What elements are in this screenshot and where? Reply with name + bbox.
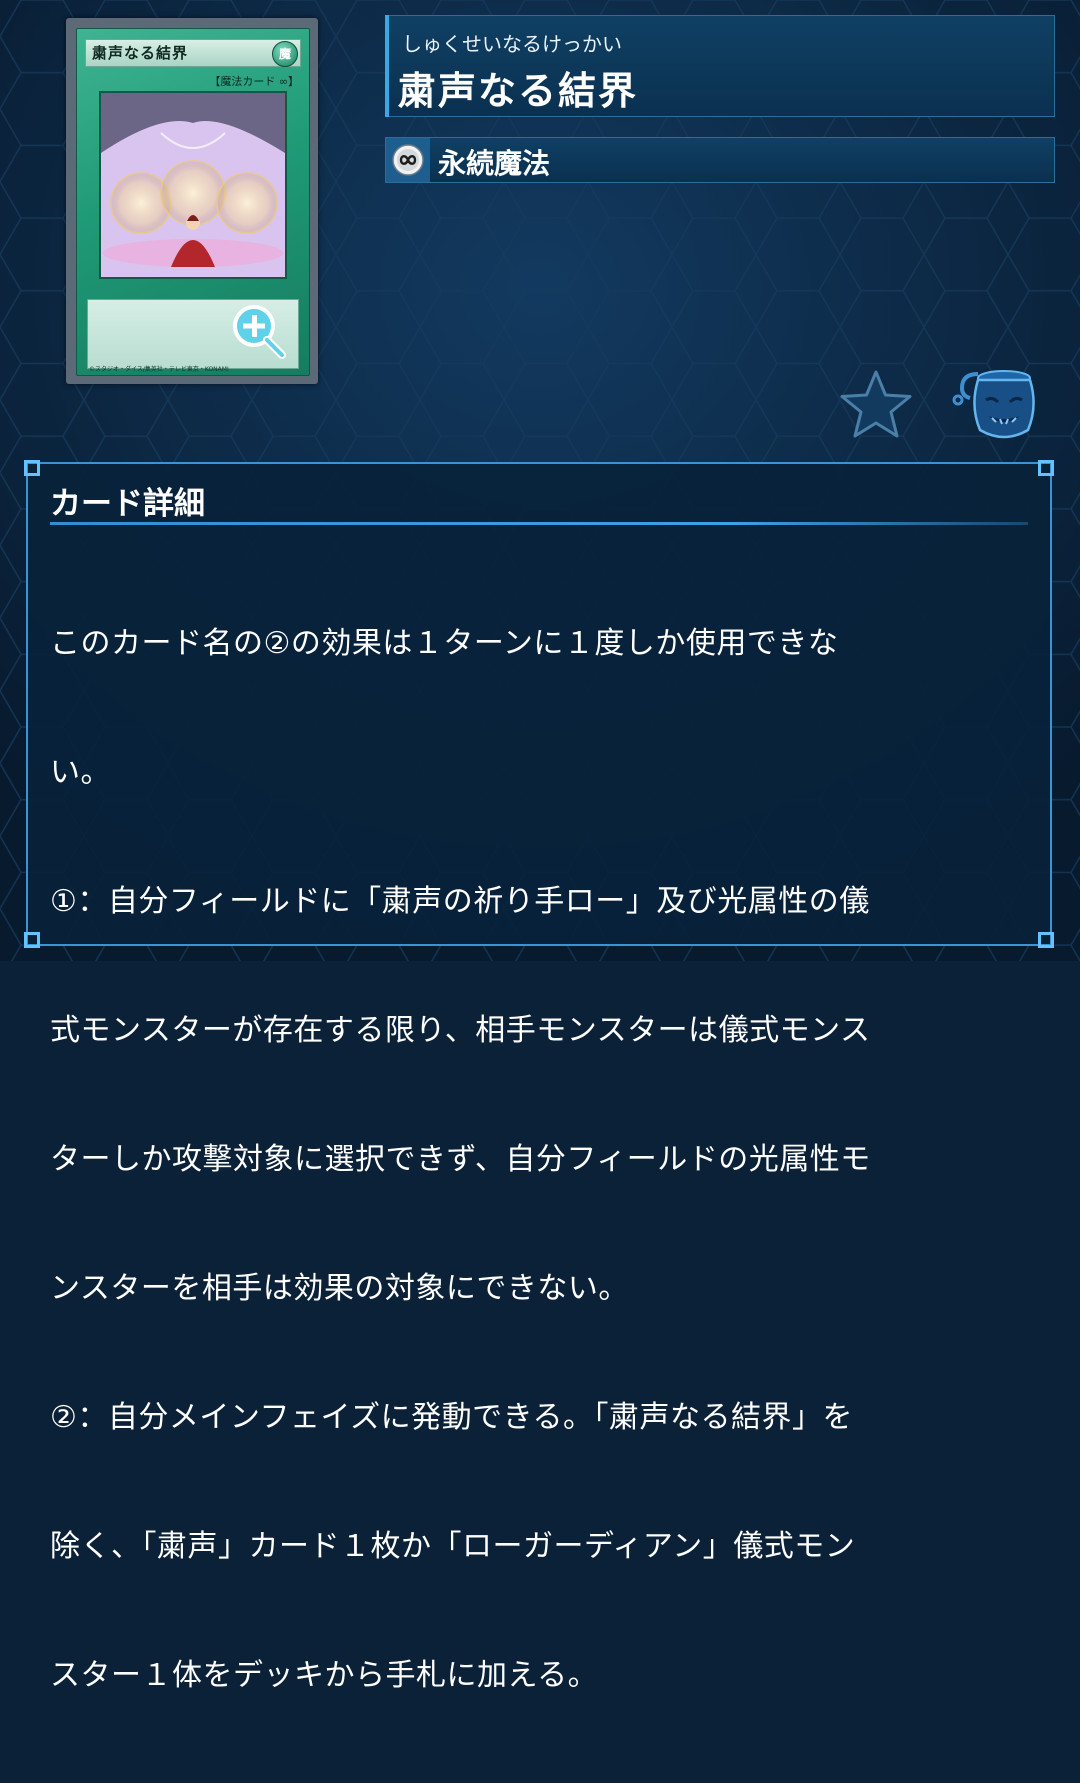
effect-line: ターしか攻撃対象に選択できず、自分フィールドの光属性モ [50,1142,871,1177]
panel-corner [1038,932,1054,948]
type-icon-box [386,138,430,182]
panel-corner [24,460,40,476]
detail-divider [50,522,1028,525]
effect-line: 式モンスターが存在する限り、相手モンスターは儀式モンス [50,1013,871,1048]
effect-line: い。 [50,755,111,790]
card-image[interactable]: 粛声なる結界 魔 【魔法カード ∞】 ©スタジオ・ダイス/集英社・テレビ東京・K… [66,18,318,384]
effect-line: スター１体をデッキから手札に加える。 [50,1658,599,1693]
effect-line: ①：自分フィールドに「粛声の祈り手ロー」及び光属性の儀 [50,884,870,919]
panel-corner [24,932,40,948]
star-icon[interactable] [838,368,914,440]
card-artwork [99,91,287,279]
card-type-label: 永続魔法 [438,147,551,180]
card-title-panel: しゅくせいなるけっかい 粛声なる結界 [385,15,1055,117]
detail-heading: カード詳細 [50,486,205,522]
card-type-panel: 永続魔法 [385,137,1055,183]
card-effect-text: このカード名の②の効果は１ターンに１度しか使用できな い。 ①：自分フィールドに… [50,536,1032,1783]
effect-line: ンスターを相手は効果の対象にできない。 [50,1271,629,1306]
card-copyright: ©スタジオ・ダイス/集英社・テレビ東京・KONAMI [89,366,229,373]
effect-line: ②：自分メインフェイズに発動できる。「粛声なる結界」を [50,1400,853,1435]
effect-line: このカード名の②の効果は１ターンに１度しか使用できな [50,626,839,661]
deck-pot-icon[interactable] [948,366,1042,444]
card-name: 粛声なる結界 [398,69,639,113]
card-name-reading: しゅくせいなるけっかい [402,32,622,56]
card-image-type-line: 【魔法カード ∞】 [209,75,299,88]
zoom-in-icon[interactable] [228,300,292,364]
panel-corner [1038,460,1054,476]
continuous-infinity-icon [392,144,424,176]
card-detail-panel: カード詳細 このカード名の②の効果は１ターンに１度しか使用できな い。 ①：自分… [24,460,1054,1693]
card-image-name: 粛声なる結界 [92,44,189,62]
card-name-bar: 粛声なる結界 魔 [85,39,301,67]
effect-line: 除く、「粛声」カード１枚か「ローガーディアン」儀式モン [50,1529,856,1564]
card-attribute-icon: 魔 [272,41,298,67]
